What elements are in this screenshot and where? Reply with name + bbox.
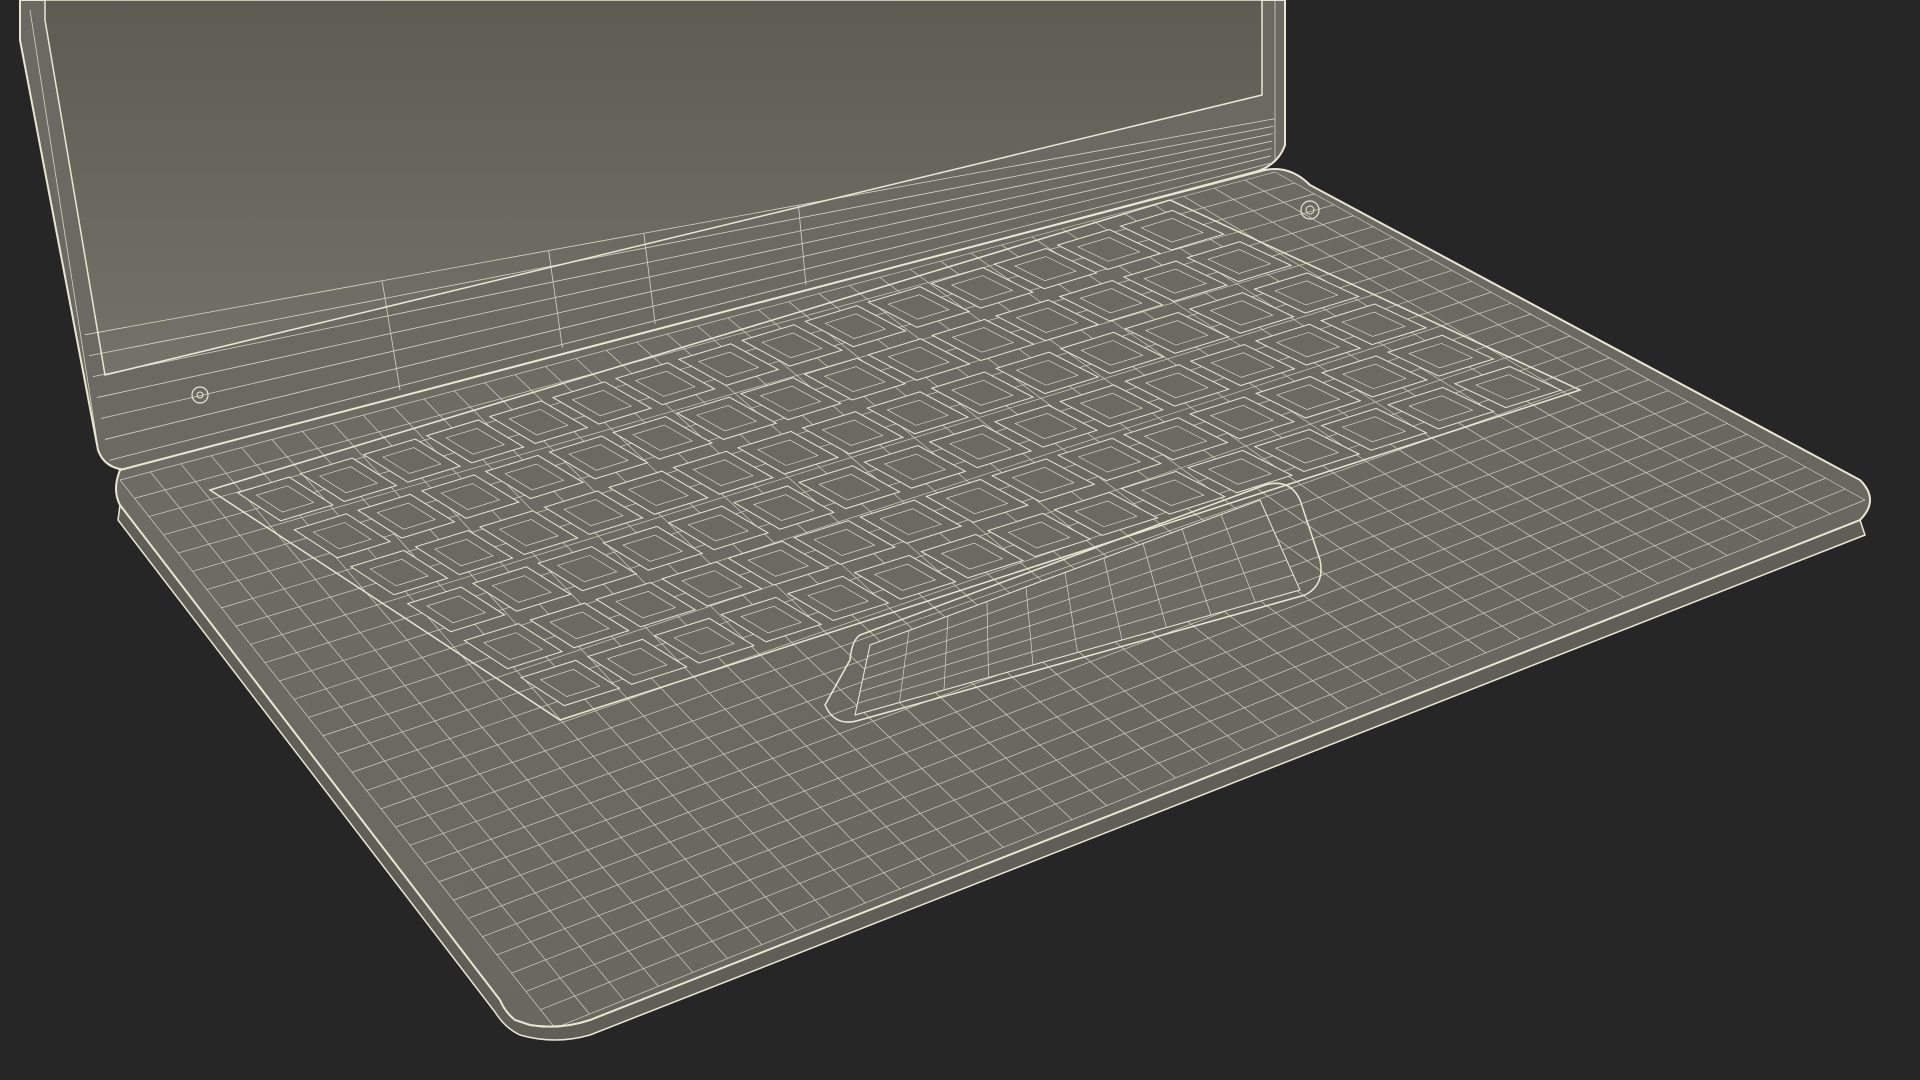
laptop-wireframe-scene	[19, 0, 1871, 1041]
